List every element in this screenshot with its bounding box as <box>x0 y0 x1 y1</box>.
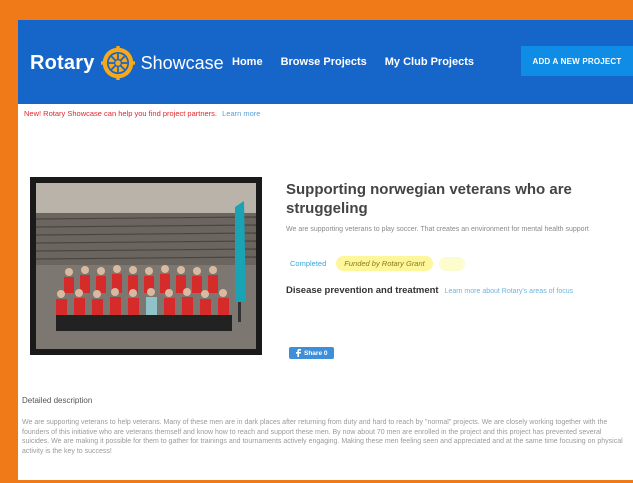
add-new-project-button[interactable]: ADD A NEW PROJECT <box>521 46 633 76</box>
detailed-description-body: We are supporting veterans to help veter… <box>22 419 623 455</box>
status-badge: Completed <box>290 259 327 268</box>
brand-showcase-text: Showcase <box>140 52 224 73</box>
project-photo <box>30 177 262 355</box>
main-nav: Home Browse Projects My Club Projects <box>232 56 474 68</box>
facebook-icon <box>296 349 301 357</box>
notice-learn-more-link[interactable]: Learn more <box>222 109 260 118</box>
detailed-description-heading: Detailed description <box>22 396 93 405</box>
top-navigation-bar: Rotary Showcase Home Browse Projects My … <box>18 20 633 104</box>
area-of-focus: Disease prevention and treatment Learn m… <box>286 285 573 296</box>
site-logo[interactable]: Rotary Showcase <box>30 46 224 80</box>
notice-text: New! Rotary Showcase can help you find p… <box>24 109 218 118</box>
share-button[interactable]: Share 0 <box>289 347 334 359</box>
funding-badge: Funded by Rotary Grant <box>336 256 433 271</box>
project-summary: We are supporting veterans to play socce… <box>286 226 589 233</box>
partner-notice: New! Rotary Showcase can help you find p… <box>24 109 260 118</box>
nav-my-club-projects[interactable]: My Club Projects <box>385 56 474 68</box>
project-tags: Completed Funded by Rotary Grant <box>286 256 465 271</box>
brand-rotary-text: Rotary <box>30 51 95 74</box>
share-label: Share 0 <box>304 349 328 357</box>
badge-placeholder <box>438 256 465 271</box>
rotary-wheel-icon <box>100 46 135 80</box>
area-of-focus-name: Disease prevention and treatment <box>286 285 439 296</box>
project-page: Rotary Showcase Home Browse Projects My … <box>18 20 633 480</box>
area-of-focus-link[interactable]: Learn more about Rotary's areas of focus <box>445 288 574 295</box>
nav-home[interactable]: Home <box>232 56 263 68</box>
nav-browse-projects[interactable]: Browse Projects <box>281 56 367 68</box>
project-title: Supporting norwegian veterans who are st… <box>286 181 572 217</box>
